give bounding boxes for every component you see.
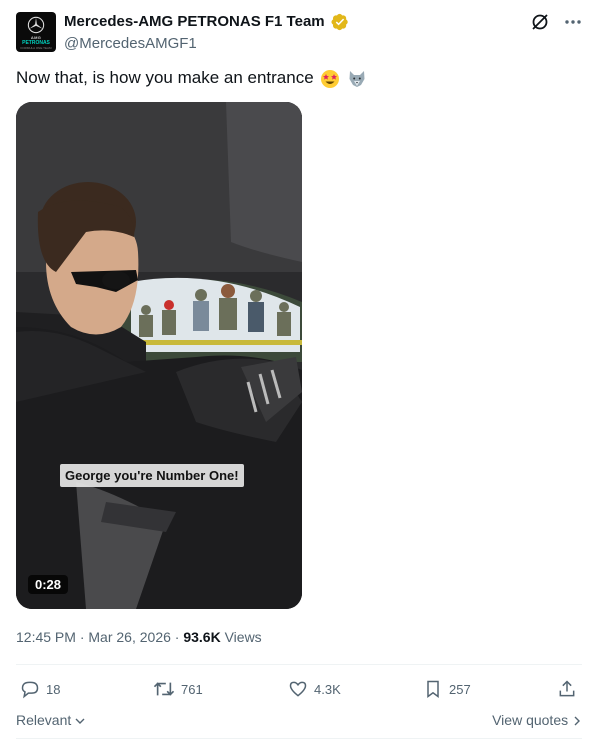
chevron-down-icon — [75, 718, 85, 725]
wolf-emoji — [349, 70, 365, 87]
like-count: 4.3K — [314, 681, 341, 697]
tweet-text: Now that, is how you make an entrance — [16, 66, 367, 90]
view-quotes-link[interactable]: View quotes — [492, 710, 582, 730]
grok-icon[interactable] — [530, 12, 550, 32]
heart-icon — [289, 681, 307, 697]
handle[interactable]: @MercedesAMGF1 — [64, 34, 349, 54]
reply-icon — [21, 681, 39, 699]
video-duration: 0:28 — [28, 575, 69, 594]
reply-button[interactable]: 18 — [20, 677, 60, 701]
star-struck-emoji — [321, 69, 340, 88]
tweet-actions: 18 761 4.3K 257 — [16, 677, 582, 701]
tweet-text-content: Now that, is how you make an entrance — [16, 68, 314, 87]
video-frame — [16, 102, 302, 609]
share-icon — [559, 680, 575, 697]
like-button[interactable]: 4.3K — [288, 677, 341, 701]
sort-dropdown[interactable]: Relevant — [16, 710, 85, 730]
bookmark-count: 257 — [449, 681, 471, 697]
chevron-right-icon — [574, 716, 580, 726]
views-count[interactable]: 93.6K — [183, 629, 220, 645]
author-names: Mercedes-AMG PETRONAS F1 Team @MercedesA… — [64, 12, 349, 54]
views-label: Views — [220, 629, 262, 645]
display-name[interactable]: Mercedes-AMG PETRONAS F1 Team — [64, 12, 325, 32]
header-actions — [530, 12, 582, 34]
repost-count: 761 — [181, 681, 203, 697]
more-options-icon[interactable] — [564, 13, 582, 31]
bookmark-icon — [427, 680, 439, 698]
avatar-f1-text: FORMULA ONE TEAM — [20, 46, 52, 50]
reply-count: 18 — [46, 681, 61, 697]
repost-button[interactable]: 761 — [153, 677, 203, 701]
tweet-meta: 12:45 PM · Mar 26, 2026 · 93.6K Views — [16, 627, 262, 647]
verified-badge-icon[interactable] — [331, 13, 349, 31]
avatar[interactable]: AMG PETRONAS FORMULA ONE TEAM — [16, 12, 56, 52]
video-caption: George you're Number One! — [60, 464, 244, 487]
video-player[interactable]: George you're Number One! 0:28 — [16, 102, 302, 609]
mercedes-star-icon — [27, 16, 45, 34]
bottom-divider — [16, 738, 582, 739]
share-button[interactable] — [557, 677, 583, 701]
bookmark-button[interactable]: 257 — [423, 677, 471, 701]
divider — [16, 664, 582, 665]
repost-icon — [153, 682, 175, 696]
meta-separator: · — [75, 629, 89, 645]
tweet-date[interactable]: Mar 26, 2026 — [88, 629, 171, 645]
sort-label: Relevant — [16, 712, 72, 728]
view-quotes-label: View quotes — [492, 712, 569, 728]
tweet-time[interactable]: 12:45 PM — [16, 629, 76, 645]
tweet-header: AMG PETRONAS FORMULA ONE TEAM Mercedes-A… — [16, 12, 582, 56]
replies-footer: Relevant View quotes — [16, 710, 582, 730]
